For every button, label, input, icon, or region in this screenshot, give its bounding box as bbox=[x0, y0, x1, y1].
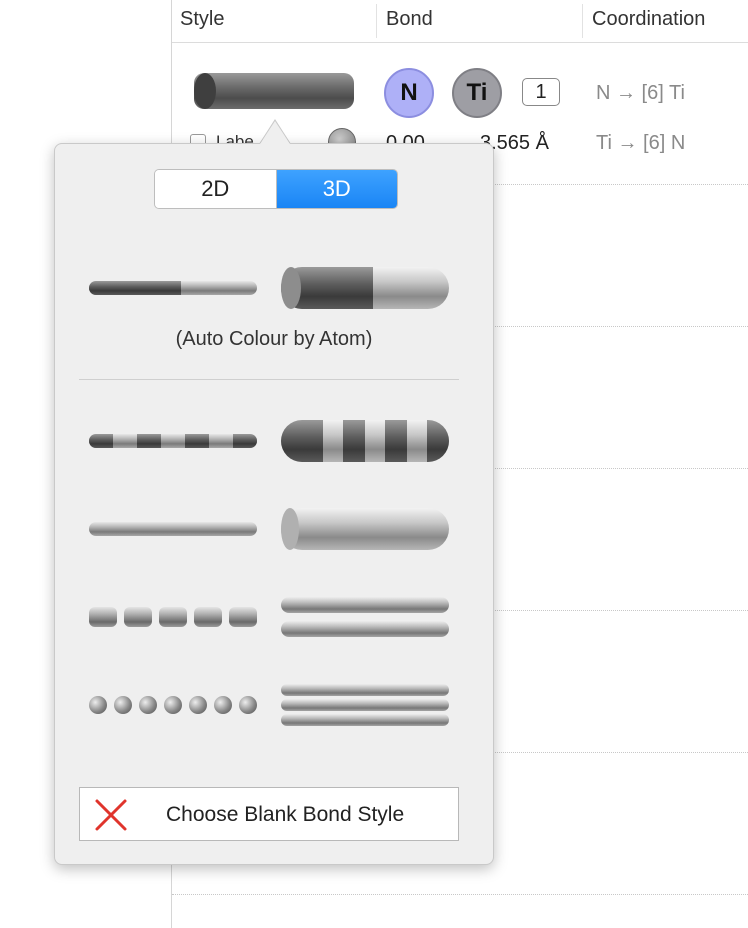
bond-order-badge[interactable]: 1 bbox=[522, 78, 560, 106]
popover-divider bbox=[79, 379, 459, 380]
column-separator bbox=[582, 4, 583, 38]
atom-n-label: N bbox=[400, 79, 418, 106]
rod-cap bbox=[281, 508, 299, 550]
dimension-segmented-control: 2D 3D bbox=[154, 169, 398, 209]
bead bbox=[189, 696, 207, 714]
choose-blank-bond-style-label: Choose Blank Bond Style bbox=[166, 803, 405, 826]
mode-3d-button[interactable]: 3D bbox=[276, 170, 397, 208]
coordination-ti-n: Ti → [6] N bbox=[596, 132, 686, 154]
stripe bbox=[89, 434, 113, 448]
cylinder-segment bbox=[124, 607, 152, 627]
style-column-header[interactable]: Style bbox=[180, 8, 224, 31]
column-separator bbox=[376, 4, 377, 38]
stripe bbox=[427, 420, 449, 462]
bond-cap bbox=[194, 73, 216, 109]
atom-ti-label: Ti bbox=[466, 79, 488, 106]
auto-colour-dark-half bbox=[89, 281, 181, 295]
bead bbox=[239, 696, 257, 714]
striped-thin-style[interactable] bbox=[89, 434, 257, 448]
double-bond-style[interactable] bbox=[281, 597, 449, 639]
solid-thick-style[interactable] bbox=[281, 508, 449, 550]
mode-2d-button[interactable]: 2D bbox=[155, 170, 277, 208]
triple-line bbox=[281, 699, 449, 711]
cylinder-segment bbox=[229, 607, 257, 627]
auto-colour-thick-style[interactable] bbox=[281, 267, 449, 309]
triple-line bbox=[281, 714, 449, 726]
double-line bbox=[281, 597, 449, 613]
triple-line bbox=[281, 684, 449, 696]
rod-cap bbox=[281, 267, 301, 309]
bond-column-header[interactable]: Bond bbox=[386, 8, 433, 31]
bead bbox=[139, 696, 157, 714]
stripe bbox=[185, 434, 209, 448]
bead bbox=[114, 696, 132, 714]
table-header: Style Bond Coordination bbox=[172, 0, 748, 43]
coordination-n-ti: N → [6] Ti bbox=[596, 82, 685, 104]
auto-colour-label: (Auto Colour by Atom) bbox=[175, 328, 373, 350]
triple-bond-style[interactable] bbox=[281, 684, 449, 728]
cylinder-segment bbox=[194, 607, 222, 627]
atom-n-badge[interactable]: N bbox=[384, 68, 434, 118]
row-divider bbox=[172, 894, 748, 895]
stripe bbox=[233, 434, 257, 448]
bead bbox=[214, 696, 232, 714]
coordination-column-header[interactable]: Coordination bbox=[592, 8, 705, 31]
bond-style-preview-button[interactable] bbox=[194, 73, 354, 109]
bond-style-popover: 2D 3D (Auto Colour by Atom) Choose Blank… bbox=[54, 143, 494, 865]
beads-style[interactable] bbox=[89, 696, 259, 716]
bead bbox=[89, 696, 107, 714]
popover-arrow-fill bbox=[260, 121, 290, 144]
cylinder-segment bbox=[159, 607, 187, 627]
stripe bbox=[343, 420, 365, 462]
dashed-cylinders-style[interactable] bbox=[89, 607, 259, 629]
choose-blank-bond-style-button[interactable]: Choose Blank Bond Style bbox=[79, 787, 459, 841]
double-line bbox=[281, 621, 449, 637]
solid-thin-style[interactable] bbox=[89, 522, 257, 536]
atom-ti-badge[interactable]: Ti bbox=[452, 68, 502, 118]
stripe bbox=[137, 434, 161, 448]
bead bbox=[164, 696, 182, 714]
cylinder-segment bbox=[89, 607, 117, 627]
stripe bbox=[281, 420, 323, 462]
auto-colour-thin-style[interactable] bbox=[89, 281, 257, 295]
striped-thick-style[interactable] bbox=[281, 420, 449, 462]
stripe bbox=[385, 420, 407, 462]
red-x-icon bbox=[95, 799, 127, 831]
